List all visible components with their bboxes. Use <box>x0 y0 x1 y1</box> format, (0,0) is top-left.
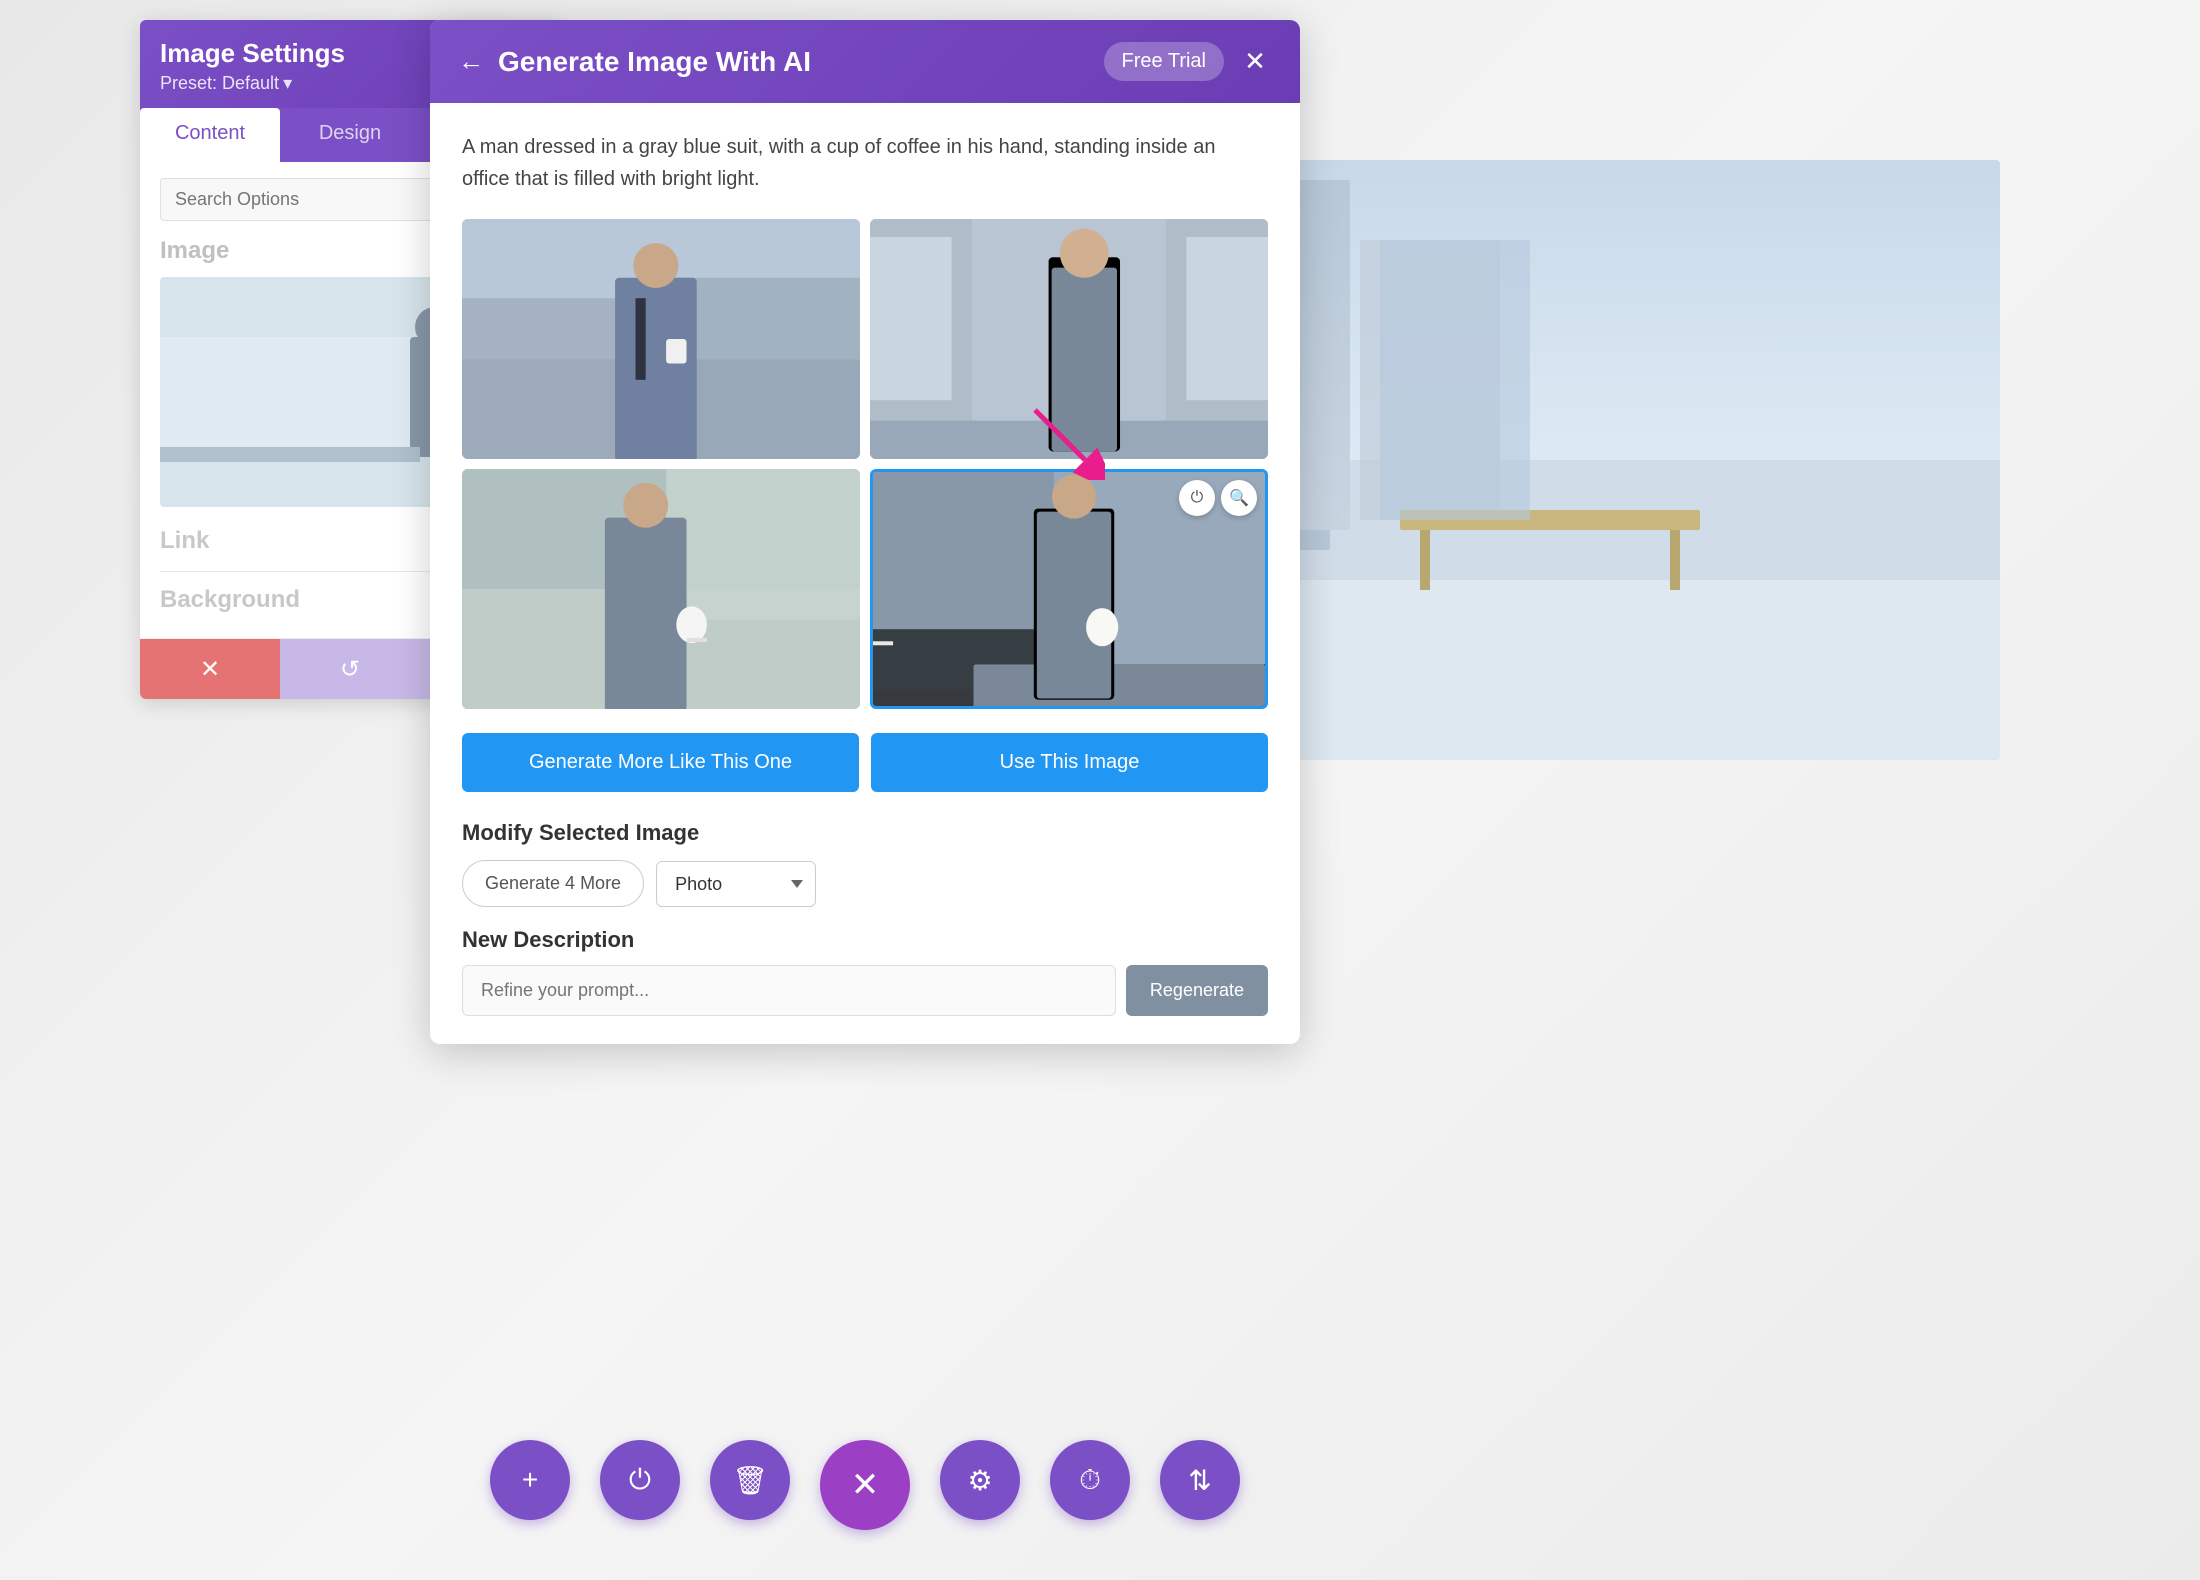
free-trial-badge: Free Trial <box>1104 42 1224 81</box>
adjust-circle-button[interactable]: ⇅ <box>1160 1440 1240 1520</box>
x-icon: ✕ <box>851 1465 880 1505</box>
grid-image-1[interactable] <box>462 219 860 459</box>
regenerate-button[interactable]: Regenerate <box>1126 965 1268 1016</box>
refine-prompt-input[interactable] <box>462 965 1116 1016</box>
modify-controls: Generate 4 More Photo Illustration Digit… <box>462 860 1268 907</box>
modal-body: A man dressed in a gray blue suit, with … <box>430 103 1300 1044</box>
delete-circle-button[interactable]: 🗑 <box>710 1440 790 1520</box>
modal-close-button[interactable]: ✕ <box>1238 45 1272 79</box>
generate-4-more-button[interactable]: Generate 4 More <box>462 860 644 907</box>
panel-preset: Preset: Default ▾ <box>160 73 345 94</box>
modal-header-left: ← Generate Image With AI <box>458 46 811 78</box>
clock-icon: ⏱ <box>1079 1464 1101 1497</box>
add-circle-button[interactable]: + <box>490 1440 570 1520</box>
modify-section: Modify Selected Image Generate 4 More Ph… <box>462 820 1268 907</box>
plus-icon: + <box>522 1464 538 1496</box>
close-circle-button[interactable]: ✕ <box>820 1440 910 1530</box>
prompt-text: A man dressed in a gray blue suit, with … <box>462 131 1268 195</box>
grid-image-2[interactable] <box>870 219 1268 459</box>
style-select[interactable]: Photo Illustration Digital Art Watercolo… <box>656 861 816 907</box>
use-image-button[interactable]: Use This Image <box>871 733 1268 792</box>
power-icon[interactable]: ⏻ <box>1179 480 1215 516</box>
panel-title: Image Settings <box>160 38 345 69</box>
generate-more-button[interactable]: Generate More Like This One <box>462 733 859 792</box>
new-description-section: New Description Regenerate <box>462 927 1268 1016</box>
cancel-button[interactable]: ✕ <box>140 639 280 699</box>
sliders-icon: ⇅ <box>1188 1464 1211 1497</box>
new-description-row: Regenerate <box>462 965 1268 1016</box>
image-4-overlay: ⏻ 🔍 <box>1179 480 1257 516</box>
gear-icon: ⚙ <box>967 1464 992 1497</box>
reset-button[interactable]: ↺ <box>280 639 420 699</box>
action-buttons: Generate More Like This One Use This Ima… <box>462 733 1268 792</box>
modal-header-right: Free Trial ✕ <box>1104 42 1272 81</box>
settings-circle-button[interactable]: ⚙ <box>940 1440 1020 1520</box>
history-circle-button[interactable]: ⏱ <box>1050 1440 1130 1520</box>
generate-image-modal: ← Generate Image With AI Free Trial ✕ A … <box>430 20 1300 1044</box>
grid-image-3[interactable] <box>462 469 860 709</box>
tab-content[interactable]: Content <box>140 108 280 162</box>
modal-header: ← Generate Image With AI Free Trial ✕ <box>430 20 1300 103</box>
power-icon: ⏻ <box>629 1464 651 1497</box>
bottom-toolbar: + ⏻ 🗑 ✕ ⚙ ⏱ ⇅ <box>430 1420 1300 1550</box>
trash-icon: 🗑 <box>732 1464 768 1497</box>
zoom-icon[interactable]: 🔍 <box>1221 480 1257 516</box>
back-arrow-icon[interactable]: ← <box>458 46 484 77</box>
modal-title: Generate Image With AI <box>498 46 811 78</box>
power-circle-button[interactable]: ⏻ <box>600 1440 680 1520</box>
grid-image-4[interactable]: ⏻ 🔍 <box>870 469 1268 709</box>
image-grid: ⏻ 🔍 <box>462 219 1268 709</box>
modify-title: Modify Selected Image <box>462 820 1268 846</box>
new-description-title: New Description <box>462 927 1268 953</box>
tab-design[interactable]: Design <box>280 108 420 162</box>
